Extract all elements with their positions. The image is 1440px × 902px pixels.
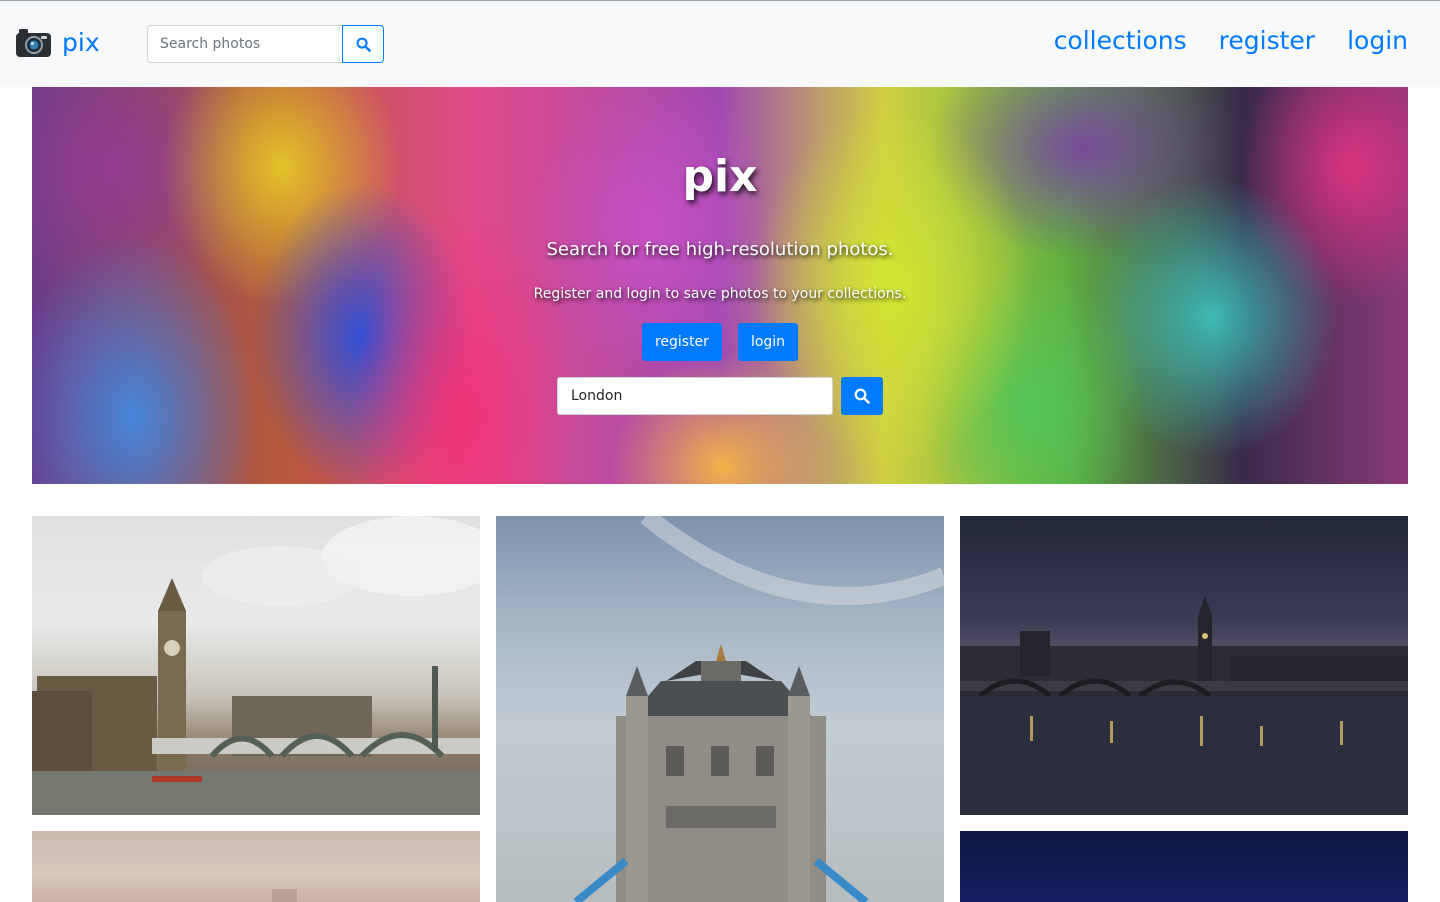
- photo-card[interactable]: [32, 831, 480, 902]
- photo-card[interactable]: [960, 831, 1408, 902]
- hero-search: [557, 377, 883, 415]
- photo-card[interactable]: [496, 516, 944, 902]
- photo-westminster-dusk: [960, 596, 1408, 815]
- hero-register-button[interactable]: register: [641, 323, 722, 361]
- navbar-search-button[interactable]: [342, 25, 384, 63]
- photo-card[interactable]: [32, 516, 480, 815]
- hero-banner: pix Search for free high-resolution phot…: [32, 87, 1408, 484]
- search-icon: [356, 37, 371, 52]
- nav-link-register[interactable]: register: [1219, 25, 1315, 57]
- hero-buttons: register login: [641, 323, 799, 361]
- camera-icon: [16, 29, 51, 57]
- navbar-search: [147, 25, 384, 63]
- hero-title: pix: [682, 151, 758, 202]
- nav-links: collections register login: [1054, 25, 1408, 57]
- photo-big-ben-day: [32, 516, 480, 815]
- photo-hazy-skyline: [272, 889, 297, 902]
- hero-login-button[interactable]: login: [737, 323, 799, 361]
- nav-link-login[interactable]: login: [1347, 25, 1408, 57]
- photo-tower-bridge: [573, 516, 944, 902]
- hero-note: Register and login to save photos to you…: [533, 286, 907, 302]
- hero-subtitle: Search for free high-resolution photos.: [546, 239, 894, 260]
- photo-card[interactable]: [960, 516, 1408, 815]
- brand-name: pix: [62, 28, 100, 57]
- photo-night-sky: [960, 831, 1408, 902]
- brand-link[interactable]: pix: [15, 27, 100, 59]
- nav-link-collections[interactable]: collections: [1054, 25, 1187, 57]
- navbar-search-input[interactable]: [147, 25, 342, 63]
- hero-content: pix Search for free high-resolution phot…: [32, 87, 1408, 484]
- search-icon: [854, 388, 870, 404]
- navbar: pix collections register login: [0, 1, 1440, 87]
- hero-search-input[interactable]: [557, 377, 833, 415]
- hero-search-button[interactable]: [841, 377, 883, 415]
